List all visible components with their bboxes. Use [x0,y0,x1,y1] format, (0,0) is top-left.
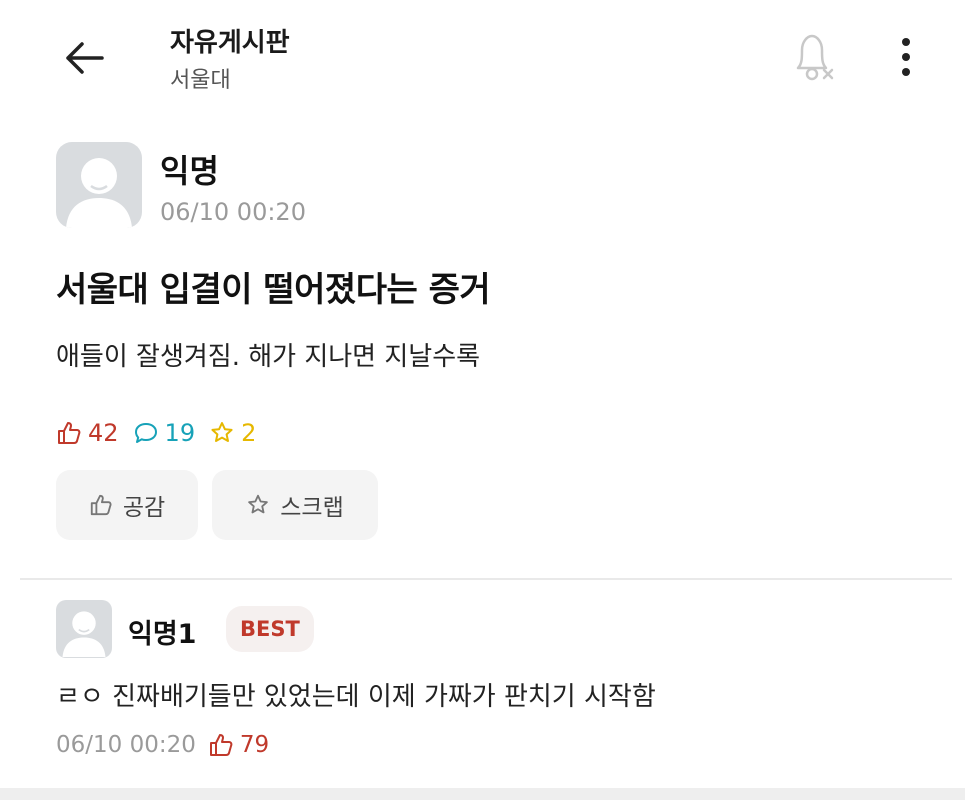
bottom-divider [0,788,965,800]
post-title: 서울대 입결이 떨어졌다는 증거 [56,270,491,310]
scrap-button[interactable]: 스크랩 [212,470,378,540]
comment-author: 익명1 [128,619,197,650]
like-count: 42 [56,419,119,447]
bell-off-icon [796,34,834,81]
comment-body: ㄹㅇ 진짜배기들만 있었는데 이제 가짜가 판치기 시작함 [56,682,656,712]
back-arrow-icon [66,42,104,74]
board-title: 자유게시판 [170,28,290,58]
post-author: 익명 [160,152,219,190]
avatar-icon [62,611,106,657]
post-body: 애들이 잘생겨짐. 해가 지나면 지날수록 [56,342,481,372]
scrap-button-label: 스크랩 [280,495,344,521]
comment-count-value: 19 [164,419,196,447]
comment-count: 19 [133,419,196,447]
comment-author-avatar [56,600,112,658]
star-icon [248,494,269,514]
best-badge: BEST [226,606,314,652]
comment-meta: 06/10 00:20 79 [56,732,269,758]
more-vertical-icon [902,38,910,76]
comment-timestamp: 06/10 00:20 [56,732,196,758]
post-stats: 42 19 2 [56,416,270,450]
like-button-label: 공감 [122,495,166,521]
notification-toggle-button[interactable] [788,30,840,84]
like-count-value: 42 [88,419,119,447]
comment-like-count-value: 79 [239,732,270,758]
avatar-icon [66,158,132,228]
comment-like-count[interactable]: 79 [208,732,269,758]
divider [20,578,952,580]
post-timestamp: 06/10 00:20 [160,198,306,226]
back-button[interactable] [58,36,110,80]
scrap-count: 2 [209,419,256,447]
star-icon [211,422,233,442]
board-subtitle: 서울대 [170,68,231,93]
scrap-count-value: 2 [241,419,257,447]
comment-icon [134,423,157,443]
thumbs-up-icon [58,422,81,444]
thumbs-up-icon [209,734,233,756]
author-avatar [56,142,142,228]
more-options-button[interactable] [886,32,926,82]
thumbs-up-icon [90,494,112,516]
like-button[interactable]: 공감 [56,470,198,540]
